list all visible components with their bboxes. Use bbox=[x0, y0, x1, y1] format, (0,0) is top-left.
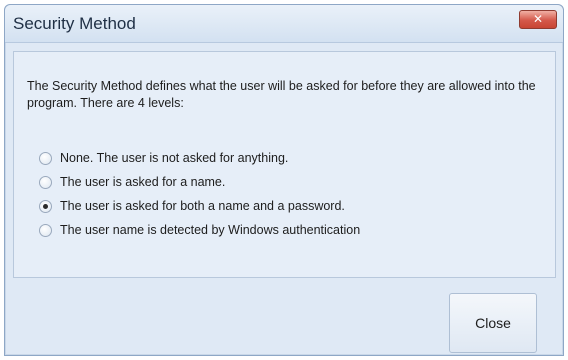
security-method-dialog: Security Method ✕ The Security Method de… bbox=[4, 4, 564, 356]
radio-name[interactable] bbox=[39, 175, 52, 189]
option-name[interactable]: The user is asked for a name. bbox=[39, 170, 360, 194]
description-text: The Security Method defines what the use… bbox=[27, 79, 536, 110]
option-windows-auth[interactable]: The user name is detected by Windows aut… bbox=[39, 218, 360, 242]
option-name-password[interactable]: The user is asked for both a name and a … bbox=[39, 194, 360, 218]
radio-windows-auth[interactable] bbox=[39, 223, 52, 237]
radio-name-password[interactable] bbox=[39, 199, 52, 213]
radio-none[interactable] bbox=[39, 151, 52, 165]
option-name-password-label: The user is asked for both a name and a … bbox=[60, 199, 345, 213]
option-name-label: The user is asked for a name. bbox=[60, 175, 226, 189]
option-windows-auth-label: The user name is detected by Windows aut… bbox=[60, 223, 361, 237]
options-panel: The Security Method defines what the use… bbox=[13, 51, 556, 278]
dialog-title: Security Method bbox=[13, 14, 136, 33]
close-window-icon[interactable]: ✕ bbox=[519, 10, 557, 29]
close-button[interactable]: Close bbox=[449, 293, 537, 353]
security-options-group: None. The user is not asked for anything… bbox=[39, 146, 360, 242]
title-bar: Security Method ✕ bbox=[5, 5, 563, 43]
option-none[interactable]: None. The user is not asked for anything… bbox=[39, 146, 360, 170]
option-none-label: None. The user is not asked for anything… bbox=[60, 151, 289, 165]
